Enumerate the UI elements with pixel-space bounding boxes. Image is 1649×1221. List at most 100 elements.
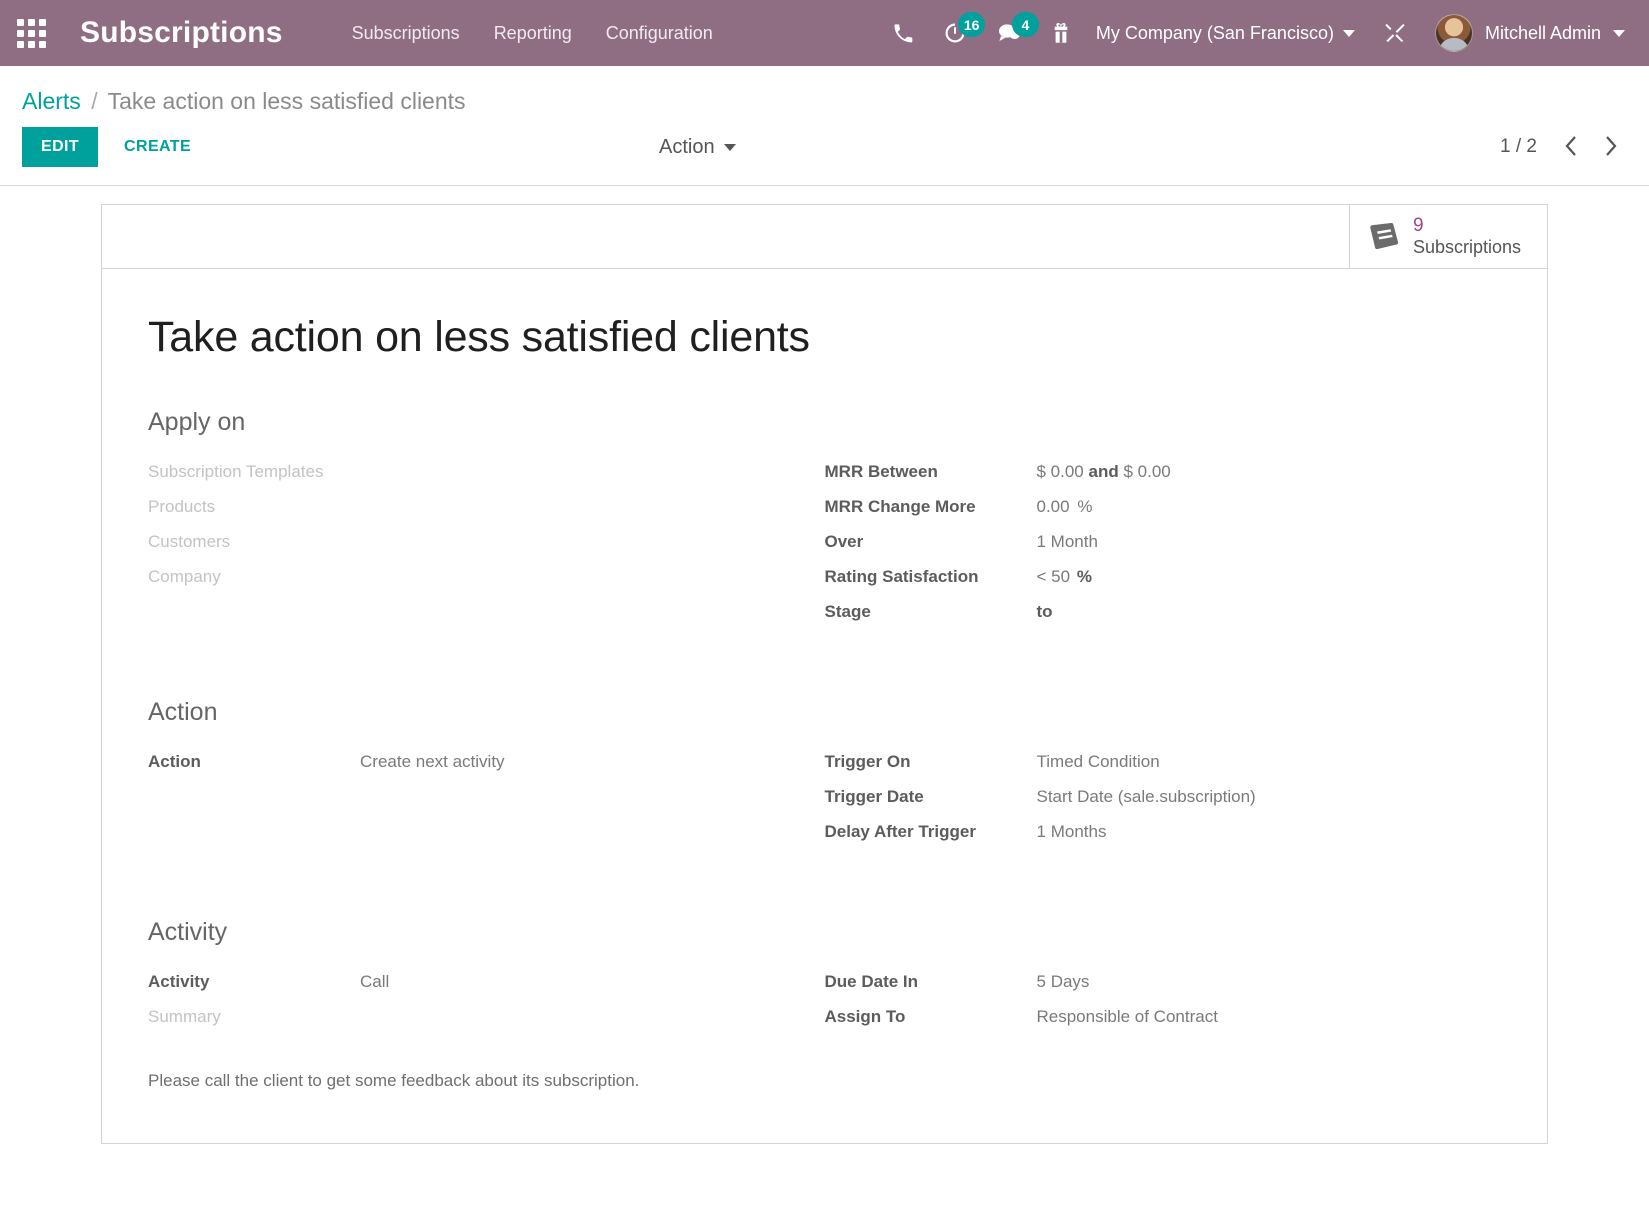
chevron-left-icon bbox=[1565, 135, 1578, 160]
stat-button-box: 9 Subscriptions bbox=[102, 205, 1547, 269]
menu-subscriptions[interactable]: Subscriptions bbox=[335, 0, 477, 66]
record-sheet: 9 Subscriptions Take action on less sati… bbox=[101, 204, 1548, 1144]
field-label: Customers bbox=[148, 529, 360, 555]
edit-button[interactable]: EDIT bbox=[22, 127, 98, 167]
group-action-right: Trigger On Timed Condition Trigger Date … bbox=[825, 749, 1502, 854]
chevron-down-icon bbox=[724, 144, 736, 151]
create-button[interactable]: CREATE bbox=[106, 127, 209, 167]
breadcrumb-item-current: Take action on less satisfied clients bbox=[108, 88, 466, 114]
menu-reporting[interactable]: Reporting bbox=[477, 0, 589, 66]
field-label: Trigger Date bbox=[825, 784, 1037, 810]
group-title-activity: Activity bbox=[148, 918, 1501, 947]
field-label: Products bbox=[148, 494, 360, 520]
action-dropdown[interactable]: Action bbox=[659, 136, 736, 159]
chevron-down-icon bbox=[1343, 30, 1355, 37]
gift-button[interactable] bbox=[1036, 0, 1086, 66]
chevron-down-icon bbox=[1613, 30, 1625, 37]
field-delay-after-trigger[interactable]: Delay After Trigger 1 Months bbox=[825, 819, 1472, 854]
group-action-left: Action Create next activity bbox=[148, 749, 825, 854]
field-action[interactable]: Action Create next activity bbox=[148, 749, 795, 784]
field-value: < 50 % bbox=[1037, 564, 1092, 590]
pager-next-button[interactable] bbox=[1594, 133, 1627, 162]
field-trigger-on[interactable]: Trigger On Timed Condition bbox=[825, 749, 1472, 784]
action-dropdown-label: Action bbox=[659, 136, 715, 159]
user-name: Mitchell Admin bbox=[1485, 23, 1601, 44]
app-brand-title[interactable]: Subscriptions bbox=[80, 16, 283, 50]
messages-button[interactable]: 4 bbox=[982, 0, 1036, 66]
book-icon bbox=[1368, 222, 1402, 252]
activity-note[interactable]: Please call the client to get some feedb… bbox=[148, 1071, 1501, 1091]
group-action: Action Create next activity Trigger On T… bbox=[148, 749, 1501, 854]
stat-button-label: Subscriptions bbox=[1413, 237, 1521, 257]
breadcrumb-separator: / bbox=[87, 88, 101, 114]
field-label: Rating Satisfaction bbox=[825, 564, 1037, 590]
field-subscription-templates[interactable]: Subscription Templates bbox=[148, 459, 795, 494]
group-activity-right: Due Date In 5 Days Assign To Responsible… bbox=[825, 969, 1502, 1039]
page-title: Take action on less satisfied clients bbox=[148, 313, 1501, 362]
field-customers[interactable]: Customers bbox=[148, 529, 795, 564]
field-over[interactable]: Over 1 Month bbox=[825, 529, 1472, 564]
field-label: Company bbox=[148, 564, 360, 590]
control-panel-actions: EDIT CREATE Action 1 / 2 bbox=[22, 127, 1627, 185]
company-selector[interactable]: My Company (San Francisco) bbox=[1086, 0, 1369, 66]
field-value: 0.00 % bbox=[1037, 494, 1093, 520]
pager-count: 1 / 2 bbox=[1500, 136, 1549, 158]
chevron-right-icon bbox=[1604, 135, 1617, 160]
field-trigger-date[interactable]: Trigger Date Start Date (sale.subscripti… bbox=[825, 784, 1472, 819]
field-label: Assign To bbox=[825, 1004, 1037, 1030]
field-stage[interactable]: Stage to bbox=[825, 599, 1472, 634]
developer-tools-button[interactable] bbox=[1369, 0, 1421, 66]
field-value: Responsible of Contract bbox=[1037, 1004, 1218, 1030]
field-mrr-change-more[interactable]: MRR Change More 0.00 % bbox=[825, 494, 1472, 529]
apps-menu-button[interactable] bbox=[0, 0, 62, 66]
field-value: Call bbox=[360, 969, 389, 995]
wrench-screwdriver-icon bbox=[1384, 22, 1406, 44]
field-value: 1 Month bbox=[1037, 529, 1098, 555]
messages-count-badge: 4 bbox=[1012, 12, 1039, 37]
field-mrr-between[interactable]: MRR Between $ 0.00 and $ 0.00 bbox=[825, 459, 1472, 494]
sheet-body: Take action on less satisfied clients Ap… bbox=[102, 269, 1547, 1143]
menu-configuration[interactable]: Configuration bbox=[589, 0, 730, 66]
group-apply-on: Subscription Templates Products Customer… bbox=[148, 459, 1501, 634]
field-due-date-in[interactable]: Due Date In 5 Days bbox=[825, 969, 1472, 1004]
field-label: Stage bbox=[825, 599, 1037, 625]
field-rating-satisfaction[interactable]: Rating Satisfaction < 50 % bbox=[825, 564, 1472, 599]
field-value: to bbox=[1037, 599, 1053, 625]
gift-icon bbox=[1051, 22, 1071, 44]
field-company[interactable]: Company bbox=[148, 564, 795, 599]
stat-button-subscriptions[interactable]: 9 Subscriptions bbox=[1349, 205, 1547, 268]
phone-icon bbox=[893, 23, 913, 43]
field-activity[interactable]: Activity Call bbox=[148, 969, 795, 1004]
activity-button[interactable]: 16 bbox=[928, 0, 982, 66]
breadcrumb: Alerts / Take action on less satisfied c… bbox=[22, 66, 1627, 127]
avatar bbox=[1435, 14, 1473, 52]
pager: 1 / 2 bbox=[1500, 133, 1627, 162]
field-label: MRR Between bbox=[825, 459, 1037, 485]
apps-grid-icon bbox=[17, 19, 46, 48]
field-summary[interactable]: Summary bbox=[148, 1004, 795, 1039]
form-view: 9 Subscriptions Take action on less sati… bbox=[0, 186, 1649, 1144]
company-name: My Company (San Francisco) bbox=[1096, 23, 1334, 44]
field-label: Due Date In bbox=[825, 969, 1037, 995]
group-title-apply-on: Apply on bbox=[148, 408, 1501, 437]
field-label: Activity bbox=[148, 969, 360, 995]
field-label: Summary bbox=[148, 1004, 360, 1030]
group-apply-on-left: Subscription Templates Products Customer… bbox=[148, 459, 825, 634]
field-assign-to[interactable]: Assign To Responsible of Contract bbox=[825, 1004, 1472, 1039]
user-menu[interactable]: Mitchell Admin bbox=[1421, 0, 1631, 66]
group-activity: Activity Call Summary Due Date In 5 Days… bbox=[148, 969, 1501, 1039]
group-apply-on-right: MRR Between $ 0.00 and $ 0.00 MRR Change… bbox=[825, 459, 1502, 634]
phone-button[interactable] bbox=[878, 0, 928, 66]
pager-previous-button[interactable] bbox=[1555, 133, 1588, 162]
control-panel: Alerts / Take action on less satisfied c… bbox=[0, 66, 1649, 186]
field-label: Subscription Templates bbox=[148, 459, 360, 485]
navbar-right-tools: 16 4 My Company (San Fran bbox=[878, 0, 1631, 66]
field-products[interactable]: Products bbox=[148, 494, 795, 529]
breadcrumb-item-alerts[interactable]: Alerts bbox=[22, 88, 81, 114]
stat-button-value: 9 bbox=[1413, 215, 1424, 236]
field-label: MRR Change More bbox=[825, 494, 1037, 520]
field-label: Action bbox=[148, 749, 360, 775]
field-value: 5 Days bbox=[1037, 969, 1090, 995]
top-navbar: Subscriptions Subscriptions Reporting Co… bbox=[0, 0, 1649, 66]
field-value: 1 Months bbox=[1037, 819, 1107, 845]
